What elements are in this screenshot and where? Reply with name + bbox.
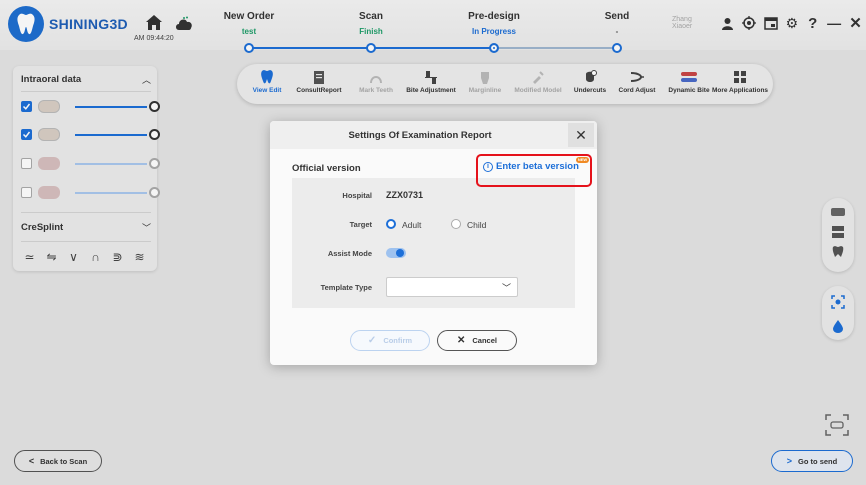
template-type-select[interactable]: ﹀ xyxy=(386,277,518,297)
target-child-label[interactable]: Child xyxy=(467,220,486,230)
toggle-knob xyxy=(396,249,404,257)
dialog-close-button[interactable]: ✕ xyxy=(568,123,594,147)
target-adult-radio[interactable] xyxy=(386,219,396,229)
info-icon: i xyxy=(483,161,493,172)
target-label: Target xyxy=(349,220,372,229)
version-label: Official version xyxy=(292,163,361,174)
confirm-label: Confirm xyxy=(383,336,413,345)
form-section: Hospital ZZX0731 Target Adult Child Assi… xyxy=(292,178,575,308)
dialog-header: Settings Of Examination Report ✕ xyxy=(270,121,597,149)
close-icon: ✕ xyxy=(457,335,466,346)
template-type-label: Template Type xyxy=(320,283,372,292)
confirm-button[interactable]: ✓ Confirm xyxy=(350,330,430,351)
hospital-value: ZZX0731 xyxy=(386,190,424,200)
beta-link-label: Enter beta version xyxy=(496,161,579,172)
cancel-label: Cancel xyxy=(472,336,497,345)
hospital-label: Hospital xyxy=(342,191,372,200)
assist-mode-label: Assist Mode xyxy=(327,249,372,258)
assist-mode-toggle[interactable] xyxy=(386,248,406,258)
check-icon: ✓ xyxy=(367,335,377,346)
target-adult-label[interactable]: Adult xyxy=(402,220,421,230)
new-badge: NEW xyxy=(576,157,589,163)
cancel-button[interactable]: ✕ Cancel xyxy=(437,330,517,351)
enter-beta-link[interactable]: i Enter beta version xyxy=(483,161,579,172)
dialog-title: Settings Of Examination Report xyxy=(348,130,492,141)
target-child-radio[interactable] xyxy=(451,219,461,229)
chevron-down-icon: ﹀ xyxy=(501,283,511,293)
